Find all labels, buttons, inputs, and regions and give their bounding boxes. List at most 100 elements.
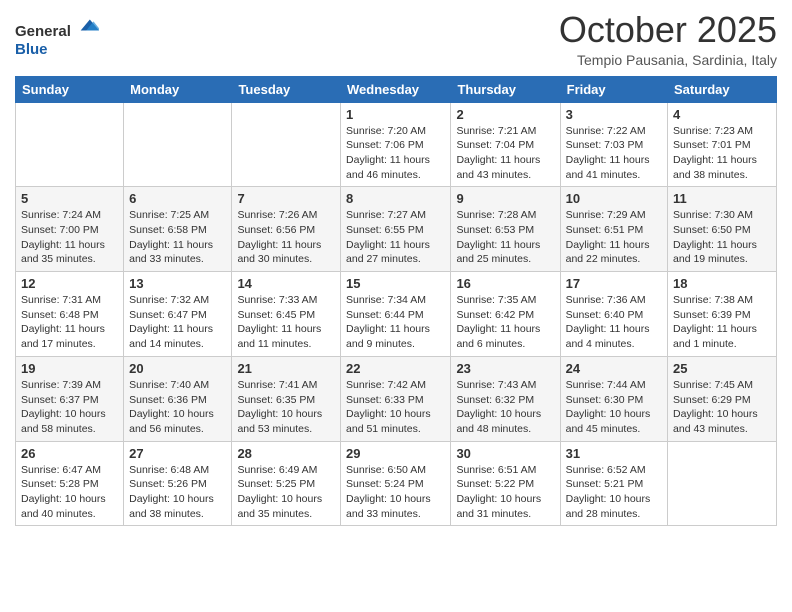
logo-blue: Blue xyxy=(15,41,48,58)
calendar-cell-w3-d3: 15 Sunrise: 7:34 AMSunset: 6:44 PMDayligh… xyxy=(341,272,451,357)
subtitle: Tempio Pausania, Sardinia, Italy xyxy=(559,52,777,68)
day-info: Sunrise: 7:23 AMSunset: 7:01 PMDaylight:… xyxy=(673,124,771,183)
calendar-cell-w2-d5: 10Sunrise: 7:29 AMSunset: 6:51 PMDayligh… xyxy=(560,187,667,272)
calendar-cell-w3-d4: 16 Sunrise: 7:35 AMSunset: 6:42 PMDayligh… xyxy=(451,272,560,357)
day-number: 30 xyxy=(456,446,554,461)
calendar-cell-w2-d2: 7 Sunrise: 7:26 AMSunset: 6:56 PMDaylight… xyxy=(232,187,341,272)
day-number: 10 xyxy=(566,191,662,206)
calendar-week-2: 5 Sunrise: 7:24 AMSunset: 7:00 PMDaylight… xyxy=(16,187,777,272)
day-number: 9 xyxy=(456,191,554,206)
calendar-cell-w1-d2 xyxy=(232,102,341,187)
calendar-cell-w4-d2: 21 Sunrise: 7:41 AMSunset: 6:35 PMDayligh… xyxy=(232,356,341,441)
day-info: Sunrise: 7:30 AMSunset: 6:50 PMDaylight:… xyxy=(673,208,771,267)
calendar-cell-w4-d5: 24 Sunrise: 7:44 AMSunset: 6:30 PMDayligh… xyxy=(560,356,667,441)
day-info: Sunrise: 7:39 AMSunset: 6:37 PMDaylight:… xyxy=(21,378,118,437)
day-number: 27 xyxy=(129,446,226,461)
day-info: Sunrise: 7:45 AMSunset: 6:29 PMDaylight:… xyxy=(673,378,771,437)
day-info: Sunrise: 7:44 AMSunset: 6:30 PMDaylight:… xyxy=(566,378,662,437)
day-number: 25 xyxy=(673,361,771,376)
calendar-week-4: 19Sunrise: 7:39 AMSunset: 6:37 PMDayligh… xyxy=(16,356,777,441)
day-info: Sunrise: 7:25 AMSunset: 6:58 PMDaylight:… xyxy=(129,208,226,267)
day-info: Sunrise: 7:41 AMSunset: 6:35 PMDaylight:… xyxy=(237,378,335,437)
day-info: Sunrise: 6:51 AMSunset: 5:22 PMDaylight:… xyxy=(456,463,554,522)
day-number: 5 xyxy=(21,191,118,206)
header: General Blue October 2025 Tempio Pausani… xyxy=(15,10,777,68)
calendar-cell-w2-d1: 6 Sunrise: 7:25 AMSunset: 6:58 PMDaylight… xyxy=(124,187,232,272)
calendar-week-3: 12Sunrise: 7:31 AMSunset: 6:48 PMDayligh… xyxy=(16,272,777,357)
day-info: Sunrise: 7:21 AMSunset: 7:04 PMDaylight:… xyxy=(456,124,554,183)
col-thursday: Thursday xyxy=(451,76,560,102)
day-info: Sunrise: 7:38 AMSunset: 6:39 PMDaylight:… xyxy=(673,293,771,352)
calendar-cell-w4-d3: 22 Sunrise: 7:42 AMSunset: 6:33 PMDayligh… xyxy=(341,356,451,441)
day-number: 22 xyxy=(346,361,445,376)
calendar-cell-w5-d2: 28Sunrise: 6:49 AMSunset: 5:25 PMDayligh… xyxy=(232,441,341,526)
calendar-cell-w4-d0: 19Sunrise: 7:39 AMSunset: 6:37 PMDayligh… xyxy=(16,356,124,441)
logo-icon xyxy=(77,14,99,36)
calendar-cell-w5-d6 xyxy=(668,441,777,526)
day-number: 6 xyxy=(129,191,226,206)
day-number: 1 xyxy=(346,107,445,122)
page: General Blue October 2025 Tempio Pausani… xyxy=(0,0,792,612)
calendar-cell-w5-d1: 27 Sunrise: 6:48 AMSunset: 5:26 PMDayligh… xyxy=(124,441,232,526)
day-number: 11 xyxy=(673,191,771,206)
day-info: Sunrise: 6:52 AMSunset: 5:21 PMDaylight:… xyxy=(566,463,662,522)
calendar-cell-w1-d3: 1 Sunrise: 7:20 AMSunset: 7:06 PMDaylight… xyxy=(341,102,451,187)
day-number: 15 xyxy=(346,276,445,291)
calendar-cell-w4-d4: 23Sunrise: 7:43 AMSunset: 6:32 PMDayligh… xyxy=(451,356,560,441)
day-number: 24 xyxy=(566,361,662,376)
logo: General Blue xyxy=(15,14,99,59)
calendar-cell-w3-d2: 14 Sunrise: 7:33 AMSunset: 6:45 PMDayligh… xyxy=(232,272,341,357)
day-info: Sunrise: 6:47 AMSunset: 5:28 PMDaylight:… xyxy=(21,463,118,522)
calendar-cell-w4-d6: 25 Sunrise: 7:45 AMSunset: 6:29 PMDayligh… xyxy=(668,356,777,441)
day-info: Sunrise: 7:32 AMSunset: 6:47 PMDaylight:… xyxy=(129,293,226,352)
day-info: Sunrise: 7:22 AMSunset: 7:03 PMDaylight:… xyxy=(566,124,662,183)
calendar-cell-w5-d4: 30 Sunrise: 6:51 AMSunset: 5:22 PMDayligh… xyxy=(451,441,560,526)
logo-general: General xyxy=(15,23,71,40)
day-info: Sunrise: 7:40 AMSunset: 6:36 PMDaylight:… xyxy=(129,378,226,437)
day-info: Sunrise: 7:43 AMSunset: 6:32 PMDaylight:… xyxy=(456,378,554,437)
day-number: 26 xyxy=(21,446,118,461)
title-area: October 2025 Tempio Pausania, Sardinia, … xyxy=(559,10,777,68)
calendar-cell-w1-d4: 2Sunrise: 7:21 AMSunset: 7:04 PMDaylight… xyxy=(451,102,560,187)
day-info: Sunrise: 7:35 AMSunset: 6:42 PMDaylight:… xyxy=(456,293,554,352)
day-number: 14 xyxy=(237,276,335,291)
calendar-cell-w3-d0: 12Sunrise: 7:31 AMSunset: 6:48 PMDayligh… xyxy=(16,272,124,357)
day-info: Sunrise: 7:27 AMSunset: 6:55 PMDaylight:… xyxy=(346,208,445,267)
day-number: 7 xyxy=(237,191,335,206)
day-info: Sunrise: 7:42 AMSunset: 6:33 PMDaylight:… xyxy=(346,378,445,437)
day-info: Sunrise: 7:33 AMSunset: 6:45 PMDaylight:… xyxy=(237,293,335,352)
day-number: 21 xyxy=(237,361,335,376)
calendar-week-1: 1 Sunrise: 7:20 AMSunset: 7:06 PMDaylight… xyxy=(16,102,777,187)
day-number: 4 xyxy=(673,107,771,122)
col-tuesday: Tuesday xyxy=(232,76,341,102)
day-info: Sunrise: 7:36 AMSunset: 6:40 PMDaylight:… xyxy=(566,293,662,352)
calendar-week-5: 26 Sunrise: 6:47 AMSunset: 5:28 PMDayligh… xyxy=(16,441,777,526)
calendar-cell-w1-d0 xyxy=(16,102,124,187)
day-info: Sunrise: 7:20 AMSunset: 7:06 PMDaylight:… xyxy=(346,124,445,183)
calendar-header-row: Sunday Monday Tuesday Wednesday Thursday… xyxy=(16,76,777,102)
day-number: 12 xyxy=(21,276,118,291)
calendar-cell-w2-d0: 5 Sunrise: 7:24 AMSunset: 7:00 PMDaylight… xyxy=(16,187,124,272)
day-number: 31 xyxy=(566,446,662,461)
day-info: Sunrise: 7:34 AMSunset: 6:44 PMDaylight:… xyxy=(346,293,445,352)
calendar-cell-w5-d3: 29Sunrise: 6:50 AMSunset: 5:24 PMDayligh… xyxy=(341,441,451,526)
calendar-cell-w2-d4: 9Sunrise: 7:28 AMSunset: 6:53 PMDaylight… xyxy=(451,187,560,272)
col-saturday: Saturday xyxy=(668,76,777,102)
day-number: 8 xyxy=(346,191,445,206)
calendar-cell-w5-d0: 26 Sunrise: 6:47 AMSunset: 5:28 PMDayligh… xyxy=(16,441,124,526)
day-number: 18 xyxy=(673,276,771,291)
col-wednesday: Wednesday xyxy=(341,76,451,102)
day-number: 3 xyxy=(566,107,662,122)
day-info: Sunrise: 7:26 AMSunset: 6:56 PMDaylight:… xyxy=(237,208,335,267)
day-number: 17 xyxy=(566,276,662,291)
day-info: Sunrise: 6:48 AMSunset: 5:26 PMDaylight:… xyxy=(129,463,226,522)
col-sunday: Sunday xyxy=(16,76,124,102)
calendar-cell-w3-d5: 17 Sunrise: 7:36 AMSunset: 6:40 PMDayligh… xyxy=(560,272,667,357)
day-info: Sunrise: 6:49 AMSunset: 5:25 PMDaylight:… xyxy=(237,463,335,522)
col-friday: Friday xyxy=(560,76,667,102)
month-title: October 2025 xyxy=(559,10,777,50)
calendar-cell-w1-d5: 3 Sunrise: 7:22 AMSunset: 7:03 PMDaylight… xyxy=(560,102,667,187)
day-info: Sunrise: 7:24 AMSunset: 7:00 PMDaylight:… xyxy=(21,208,118,267)
calendar-cell-w2-d3: 8 Sunrise: 7:27 AMSunset: 6:55 PMDaylight… xyxy=(341,187,451,272)
day-number: 16 xyxy=(456,276,554,291)
